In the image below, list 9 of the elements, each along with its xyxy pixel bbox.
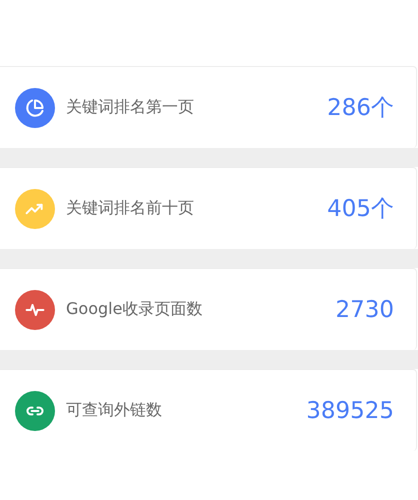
stat-label: 可查询外链数 — [66, 400, 163, 421]
stat-value: 286个 — [327, 94, 394, 123]
stat-value: 405个 — [327, 195, 394, 224]
stat-value: 2730 — [335, 296, 394, 322]
stat-label: 关键词排名前十页 — [66, 198, 195, 219]
stat-label: Google收录页面数 — [66, 299, 204, 320]
pie-chart-icon — [25, 98, 45, 118]
stat-label: 关键词排名第一页 — [66, 97, 195, 118]
stat-value: 389525 — [306, 398, 394, 424]
